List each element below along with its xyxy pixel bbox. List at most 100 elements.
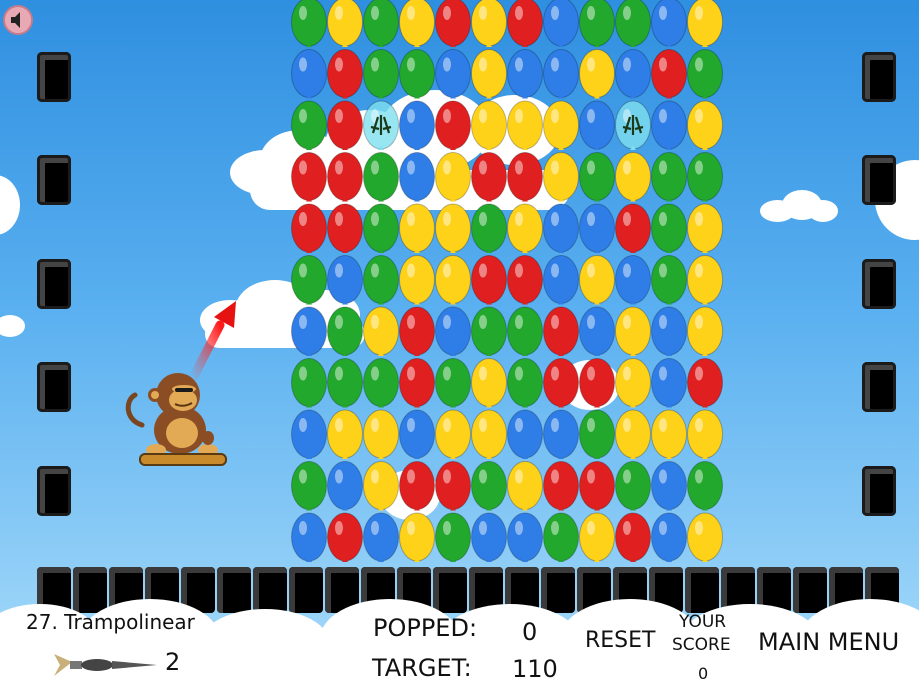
yellow-balloon — [615, 152, 651, 202]
yellow-balloon — [327, 409, 363, 459]
red-balloon — [543, 461, 579, 511]
red-balloon — [435, 0, 471, 47]
yellow-balloon — [435, 409, 471, 459]
red-balloon — [291, 152, 327, 202]
aim-arrow-icon[interactable] — [180, 295, 250, 385]
blue-balloon — [291, 512, 327, 562]
level-title: 27. Trampolinear — [26, 610, 195, 634]
special-balloon — [615, 100, 651, 150]
red-balloon — [327, 100, 363, 150]
red-balloon — [615, 512, 651, 562]
green-balloon — [291, 255, 327, 305]
red-balloon — [651, 49, 687, 99]
yellow-balloon — [507, 203, 543, 253]
blue-balloon — [291, 409, 327, 459]
blue-balloon — [435, 49, 471, 99]
green-balloon — [615, 461, 651, 511]
red-balloon — [399, 358, 435, 408]
yellow-balloon — [399, 512, 435, 562]
blue-balloon — [363, 512, 399, 562]
yellow-balloon — [435, 255, 471, 305]
yellow-balloon — [471, 0, 507, 47]
yellow-balloon — [327, 0, 363, 47]
red-balloon — [615, 203, 651, 253]
reset-button[interactable]: RESET — [585, 628, 656, 653]
blue-balloon — [651, 100, 687, 150]
green-balloon — [291, 0, 327, 47]
your-score-label-line2: SCORE — [672, 635, 731, 655]
blue-balloon — [543, 203, 579, 253]
blue-balloon — [507, 49, 543, 99]
hud: 27. Trampolinear 2 POPPED: 0 TARGET: 110… — [0, 599, 919, 690]
green-balloon — [471, 461, 507, 511]
yellow-balloon — [471, 358, 507, 408]
red-balloon — [579, 358, 615, 408]
red-balloon — [399, 306, 435, 356]
green-balloon — [507, 358, 543, 408]
green-balloon — [327, 306, 363, 356]
blue-balloon — [327, 461, 363, 511]
main-menu-button[interactable]: MAIN MENU — [758, 628, 899, 656]
blue-balloon — [399, 152, 435, 202]
red-balloon — [507, 152, 543, 202]
yellow-balloon — [687, 100, 723, 150]
green-balloon — [687, 152, 723, 202]
blue-balloon — [615, 255, 651, 305]
green-balloon — [363, 152, 399, 202]
blue-balloon — [399, 409, 435, 459]
red-balloon — [435, 100, 471, 150]
red-balloon — [399, 461, 435, 511]
green-balloon — [471, 203, 507, 253]
red-balloon — [435, 461, 471, 511]
green-balloon — [579, 152, 615, 202]
blue-balloon — [651, 512, 687, 562]
target-count: 110 — [512, 655, 558, 683]
blue-balloon — [579, 306, 615, 356]
yellow-balloon — [363, 409, 399, 459]
green-balloon — [543, 512, 579, 562]
yellow-balloon — [507, 461, 543, 511]
green-balloon — [615, 0, 651, 47]
yellow-balloon — [399, 203, 435, 253]
red-balloon — [327, 49, 363, 99]
yellow-balloon — [687, 306, 723, 356]
blue-balloon — [543, 0, 579, 47]
red-balloon — [687, 358, 723, 408]
green-balloon — [651, 152, 687, 202]
green-balloon — [687, 49, 723, 99]
red-balloon — [471, 255, 507, 305]
score-value: 0 — [698, 664, 709, 683]
green-balloon — [579, 409, 615, 459]
yellow-balloon — [579, 49, 615, 99]
red-balloon — [327, 152, 363, 202]
sound-toggle-button[interactable] — [3, 5, 33, 35]
blue-balloon — [327, 255, 363, 305]
green-balloon — [471, 306, 507, 356]
blue-balloon — [579, 100, 615, 150]
blue-balloon — [543, 49, 579, 99]
green-balloon — [651, 203, 687, 253]
yellow-balloon — [579, 255, 615, 305]
blue-balloon — [651, 461, 687, 511]
yellow-balloon — [471, 100, 507, 150]
green-balloon — [363, 0, 399, 47]
yellow-balloon — [615, 306, 651, 356]
dart-icon — [54, 654, 157, 676]
blue-balloon — [543, 255, 579, 305]
yellow-balloon — [507, 100, 543, 150]
red-balloon — [507, 0, 543, 47]
green-balloon — [399, 49, 435, 99]
yellow-balloon — [471, 409, 507, 459]
blue-balloon — [651, 306, 687, 356]
yellow-balloon — [687, 409, 723, 459]
green-balloon — [291, 461, 327, 511]
darts-remaining-count: 2 — [165, 648, 181, 676]
blue-balloon — [471, 512, 507, 562]
yellow-balloon — [615, 409, 651, 459]
game-stage: 27. Trampolinear 2 POPPED: 0 TARGET: 110… — [0, 0, 919, 690]
blue-balloon — [579, 203, 615, 253]
green-balloon — [435, 512, 471, 562]
popped-label: POPPED: — [373, 614, 478, 642]
yellow-balloon — [651, 409, 687, 459]
yellow-balloon — [363, 306, 399, 356]
